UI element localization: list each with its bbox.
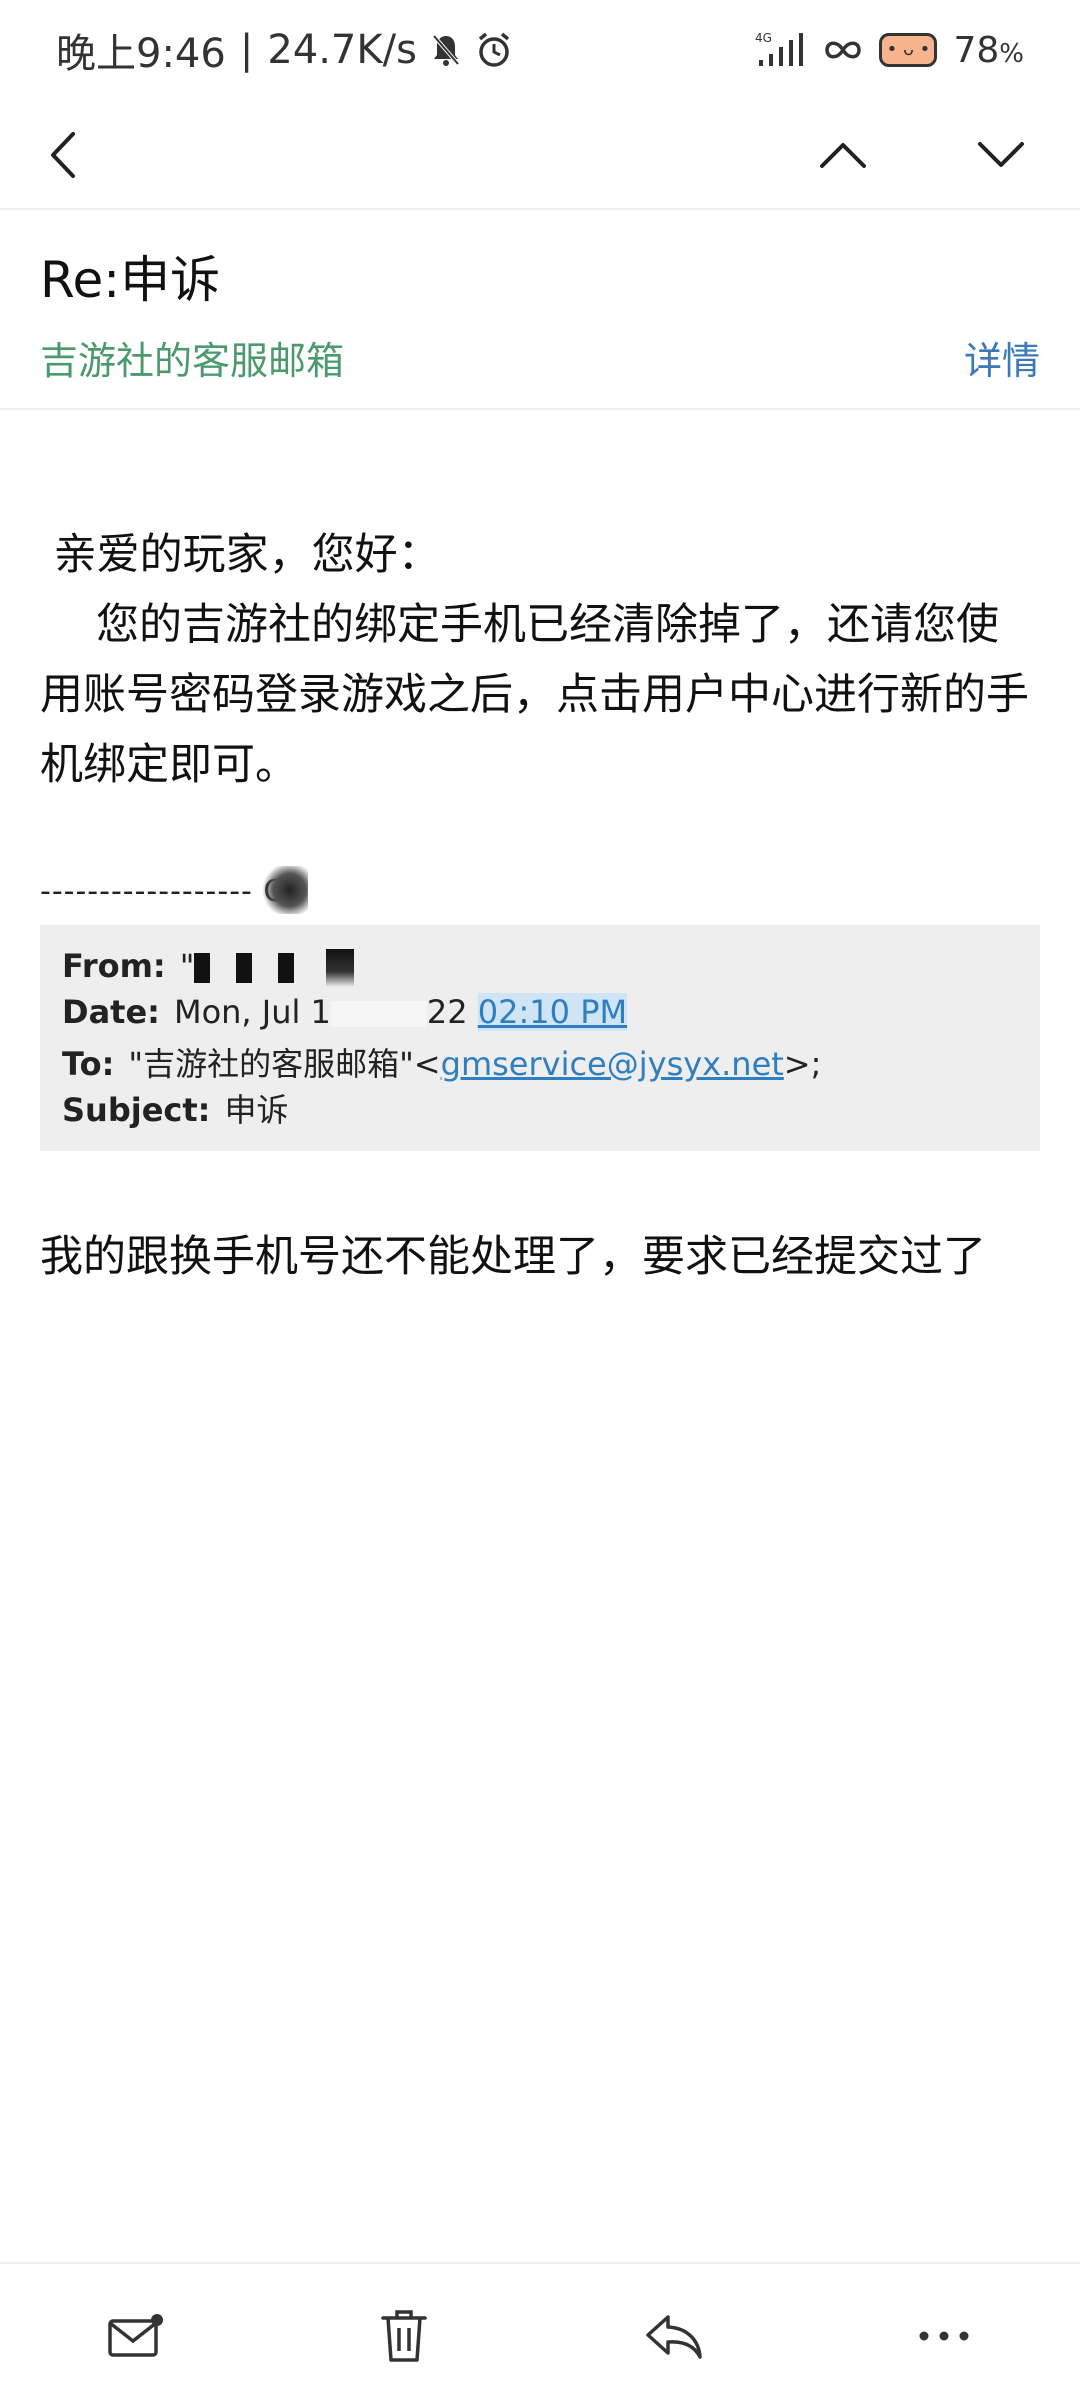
header-divider (0, 408, 1080, 410)
mark-unread-button[interactable] (100, 2300, 172, 2372)
quoted-date-value: Mon, Jul 1 22 02:10 PM (173, 993, 628, 1031)
sender-name[interactable]: 吉游社的客服邮箱 (40, 330, 344, 385)
back-button[interactable] (30, 122, 96, 188)
previous-email-button[interactable] (810, 122, 876, 188)
quoted-subject-label: Subject: (62, 1091, 211, 1129)
status-separator: | (239, 27, 254, 73)
quoted-to-row: To: "吉游社的客服邮箱"<gmservice@jysyx.net>; (62, 1039, 1018, 1085)
alarm-icon (475, 31, 513, 69)
quoted-date-time-link[interactable]: 02:10 PM (477, 993, 628, 1031)
next-email-button[interactable] (968, 122, 1034, 188)
status-time: 晚上9:46 (56, 31, 226, 77)
back-arrow-icon (51, 132, 75, 178)
status-bar: 晚上9:46 | 24.7K/s 4G • ᴗ • 78% (0, 0, 1080, 100)
email-detail-screen: 晚上9:46 | 24.7K/s 4G • ᴗ • 78% Re:申诉 吉游社的… (0, 0, 1080, 2400)
chevron-up-icon (820, 143, 866, 168)
quoted-date-label: Date: (62, 993, 160, 1031)
quote-divider: ------------------ O (40, 874, 289, 909)
details-link[interactable]: 详情 (964, 330, 1040, 385)
quoted-message-header: From: " Date: Mon, Jul 1 22 02:10 PM To: … (40, 925, 1040, 1151)
quoted-to-email-link[interactable]: gmservice@jysyx.net (441, 1045, 784, 1083)
mail-icon (108, 2314, 163, 2357)
quoted-from-label: From: (62, 947, 166, 985)
quoted-date-row: Date: Mon, Jul 1 22 02:10 PM (62, 993, 1018, 1039)
chevron-down-icon (978, 142, 1024, 167)
quoted-from-row: From: " (62, 947, 1018, 993)
bottom-toolbar (0, 2262, 1080, 2400)
quoted-subject-value: 申诉 (224, 1091, 289, 1129)
quoted-from-value: " (180, 947, 355, 987)
original-message-text: 我的跟换手机号还不能处理了，要求已经提交过了 (40, 1232, 986, 1282)
body-paragraph: 您的吉游社的绑定手机已经清除掉了，还请您使用账号密码登录游戏之后，点击用户中心进… (40, 600, 1029, 790)
reply-icon (646, 2315, 702, 2359)
mute-bell-icon (431, 33, 461, 67)
battery-percent: 78% (953, 29, 1024, 71)
more-button[interactable] (908, 2300, 980, 2372)
redaction-smudge (262, 866, 308, 914)
signal-icon: 4G (755, 30, 807, 70)
quoted-to-value: "吉游社的客服邮箱"<gmservice@jysyx.net>; (128, 1045, 822, 1083)
network-speed: 24.7K/s (267, 27, 417, 73)
body-greeting: 亲爱的玩家，您好： (53, 530, 441, 580)
quoted-to-label: To: (62, 1045, 115, 1083)
reply-button[interactable] (638, 2300, 710, 2372)
svg-text:4G: 4G (755, 31, 772, 45)
status-left: 晚上9:46 | 24.7K/s (56, 21, 513, 79)
more-icon (919, 2331, 969, 2341)
quoted-subject-row: Subject: 申诉 (62, 1085, 1018, 1131)
infinity-icon (823, 35, 863, 65)
trash-icon (381, 2310, 427, 2362)
delete-button[interactable] (368, 2300, 440, 2372)
nav-bar (0, 100, 1080, 210)
battery-icon: • ᴗ • (879, 33, 938, 67)
status-right: 4G • ᴗ • 78% (755, 30, 1024, 71)
email-subject: Re:申诉 (40, 251, 221, 309)
